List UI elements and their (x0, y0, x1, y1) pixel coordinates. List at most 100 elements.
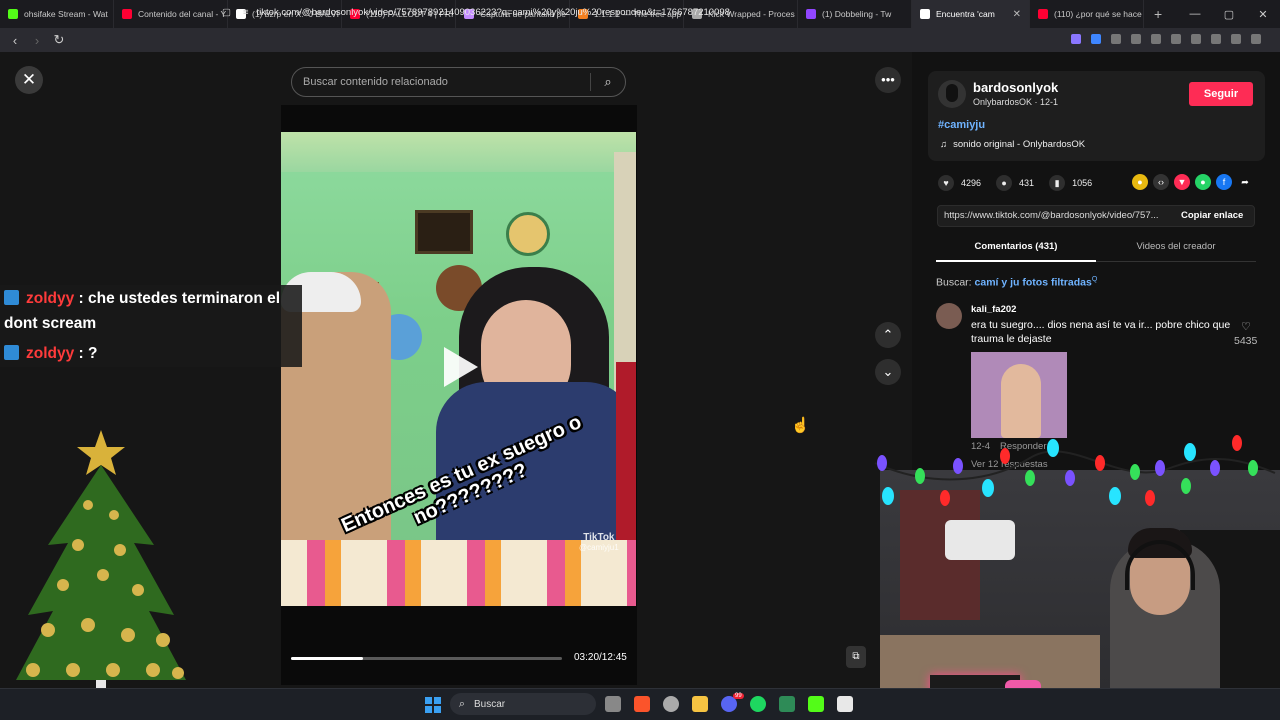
coin-icon[interactable]: ● (1132, 174, 1148, 190)
bookmark-icon[interactable]: ▮ (1049, 175, 1066, 191)
taskbar-search-label: Buscar (474, 698, 506, 710)
search-prefix: Buscar: (936, 276, 972, 289)
save-count: 1056 (1072, 178, 1093, 188)
comment-icon[interactable]: ● (996, 175, 1013, 191)
christmas-tree-overlay (16, 430, 186, 704)
reload-icon[interactable]: ↻ (48, 32, 70, 48)
browser-tab[interactable]: (110) ¿por qué se hace (1030, 0, 1144, 28)
comment-like-count: 5435 (1234, 335, 1258, 347)
video-link[interactable]: https://www.tiktok.com/@bardosonlyok/vid… (944, 210, 1169, 221)
chat-text: dont scream (4, 315, 97, 332)
next-video-button[interactable]: ⌄ (875, 359, 901, 385)
related-search-input[interactable]: Buscar contenido relacionado ⌕ (291, 67, 626, 97)
tab-favicon-icon (8, 9, 18, 19)
app-icon[interactable] (837, 696, 853, 712)
file-explorer-icon[interactable] (692, 696, 708, 712)
related-search-suggestion[interactable]: Buscar: camí y ju fotos filtradasQ (936, 276, 1097, 289)
brave-icon[interactable] (634, 696, 650, 712)
tab-title: ohsifake Stream - Wat (24, 9, 108, 19)
windows-start-icon[interactable] (425, 697, 441, 713)
search-term[interactable]: camí y ju fotos filtradas (975, 277, 1092, 289)
tab-favicon-icon (122, 9, 132, 19)
heart-icon[interactable]: ♥ (938, 175, 954, 191)
video-hashtag[interactable]: #camiyju (938, 119, 985, 131)
mouse-cursor-icon: ☝ (791, 417, 810, 434)
browser-tab[interactable]: ohsifake Stream - Wat (0, 0, 114, 28)
taskbar-search[interactable]: ⌕ Buscar (450, 693, 596, 715)
wallet-icon[interactable] (1191, 34, 1201, 44)
sidebar-icon[interactable] (1171, 34, 1181, 44)
chat-text: : ? (74, 345, 98, 362)
address-bar[interactable]: ▢ ≡ tiktok.com/@bardosonlyok/video/75789… (222, 2, 962, 22)
video-progress-fill (291, 657, 363, 660)
new-tab-button[interactable]: + (1144, 6, 1172, 22)
sound-link[interactable]: ♫ sonido original - OnlybardosOK (940, 139, 1085, 150)
copy-link-button[interactable]: Copiar enlace (1181, 210, 1243, 221)
extension-icon[interactable] (1111, 34, 1121, 44)
back-icon[interactable]: ‹ (4, 33, 26, 48)
video-progress-bar[interactable] (291, 657, 562, 660)
music-icon[interactable] (1151, 34, 1161, 44)
engagement-stats: ♥ 4296 ● 431 ▮ 1056 (938, 174, 1107, 192)
task-view-icon[interactable] (605, 696, 621, 712)
bookmark-icon[interactable]: ▢ (222, 7, 231, 18)
comment-image[interactable] (971, 352, 1067, 438)
minimize-icon[interactable]: — (1178, 8, 1212, 20)
search-icon[interactable]: ⌕ (591, 74, 625, 90)
tab-comments[interactable]: Comentarios (431) (936, 241, 1096, 252)
search-icon: ⌕ (458, 697, 466, 710)
tab-title: (110) ¿por qué se hace (1054, 9, 1142, 19)
comment-image-person (1001, 364, 1041, 438)
more-options-button[interactable]: ••• (875, 67, 901, 93)
close-window-icon[interactable]: ✕ (1246, 8, 1280, 21)
menu-icon[interactable] (1251, 34, 1261, 44)
extension-icon[interactable] (1131, 34, 1141, 44)
christmas-lights-overlay (874, 435, 1276, 506)
forward-icon[interactable]: › (26, 33, 48, 48)
close-viewer-button[interactable]: ✕ (15, 66, 43, 94)
vpn-icon[interactable] (1231, 34, 1241, 44)
watermark-user: @camiyju1 (579, 543, 619, 552)
app-icon[interactable] (779, 696, 795, 712)
comment-heart-icon[interactable]: ♡ (1241, 320, 1251, 333)
extension-icon[interactable] (1071, 34, 1081, 44)
play-icon[interactable] (444, 347, 478, 387)
follow-button[interactable]: Seguir (1189, 82, 1253, 106)
kick-icon[interactable] (808, 696, 824, 712)
share-icon[interactable]: ➦ (1237, 174, 1253, 190)
chrome-icon[interactable] (663, 696, 679, 712)
notification-badge: 99 (733, 693, 744, 699)
site-info-icon[interactable]: ≡ (243, 7, 249, 18)
whatsapp-icon[interactable]: ● (1195, 174, 1211, 190)
previous-video-button[interactable]: ⌃ (875, 322, 901, 348)
webcam-sign (945, 520, 1015, 560)
tab-creator-videos[interactable]: Videos del creador (1096, 241, 1256, 252)
chat-badge-icon (4, 290, 19, 305)
video-player[interactable]: Entonces es tu ex suegro o no???????? Ti… (281, 132, 636, 606)
spotify-icon[interactable] (750, 696, 766, 712)
chat-message-continued: dont scream (4, 311, 96, 336)
embed-icon[interactable]: ‹› (1153, 174, 1169, 190)
creator-username[interactable]: bardosonlyok (973, 80, 1058, 95)
facebook-icon[interactable]: f (1216, 174, 1232, 190)
ai-icon[interactable] (1211, 34, 1221, 44)
extension-icon[interactable] (1091, 34, 1101, 44)
tab-title: Contenido del canal - Y (138, 9, 227, 19)
comment-username[interactable]: kali_fa202 (971, 304, 1016, 315)
chat-message: zoldyy : ? (4, 341, 97, 366)
stream-chat-overlay: zoldyy : che ustedes terminaron el dont … (0, 285, 302, 367)
chat-badge-icon (4, 345, 19, 360)
share-options: ● ‹› ▼ ● f ➦ (1132, 174, 1253, 190)
comment-text: era tu suegro.... dios nena así te va ir… (971, 319, 1231, 345)
video-wall-frame (415, 210, 473, 254)
url-text[interactable]: tiktok.com/@bardosonlyok/video/757897892… (257, 7, 730, 18)
comment-avatar[interactable] (936, 303, 962, 329)
creator-avatar[interactable] (938, 80, 966, 108)
close-tab-icon[interactable]: ✕ (1013, 9, 1021, 20)
active-tab-indicator (936, 260, 1096, 262)
repost-icon[interactable]: ▼ (1174, 174, 1190, 190)
pip-button[interactable]: ⧉ (846, 646, 866, 668)
maximize-icon[interactable]: ▢ (1212, 8, 1246, 21)
light-bulbs (877, 435, 1258, 506)
browser-tab[interactable]: Contenido del canal - Y (114, 0, 228, 28)
